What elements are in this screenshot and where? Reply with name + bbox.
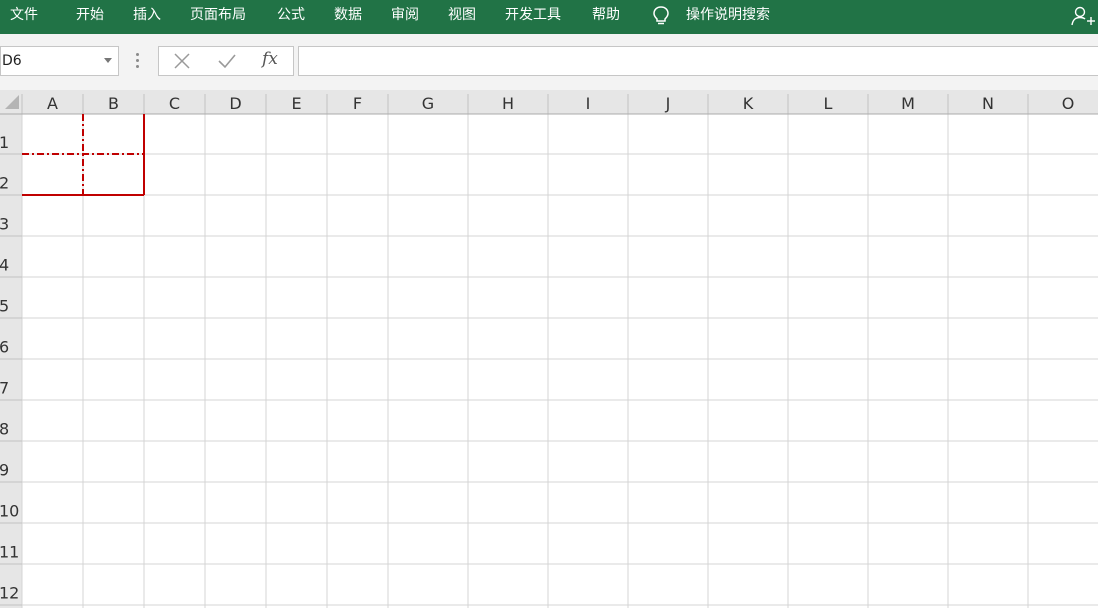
row-header[interactable]: 2 (0, 174, 9, 193)
row-header[interactable]: 1 (0, 133, 9, 152)
formula-input[interactable] (298, 46, 1098, 76)
tab-insert[interactable]: 插入 (133, 0, 161, 30)
cell-grid[interactable]: A B C D E F G H I J K L M N O123456789101112 (0, 90, 1098, 608)
column-header[interactable]: M (901, 94, 915, 113)
row-header[interactable]: 6 (0, 338, 9, 357)
tab-review[interactable]: 审阅 (391, 0, 419, 30)
enter-check-icon[interactable] (216, 51, 238, 71)
tab-home[interactable]: 开始 (76, 0, 104, 30)
row-header[interactable]: 10 (0, 502, 19, 521)
column-header[interactable]: I (586, 94, 591, 113)
insert-function-icon[interactable]: fx (262, 49, 278, 69)
ribbon-tab-bar: 文件 开始 插入 页面布局 公式 数据 审阅 视图 开发工具 帮助 操作说明搜索 (0, 0, 1098, 34)
tab-help[interactable]: 帮助 (592, 0, 620, 30)
column-header[interactable]: E (291, 94, 301, 113)
worksheet[interactable]: A B C D E F G H I J K L M N O 1 2 3 4 5 6 7 8 9 10 11 12 (0, 90, 1098, 608)
row-header[interactable]: 9 (0, 461, 9, 480)
formula-bar: D6 fx (0, 34, 1098, 90)
column-header[interactable]: A (47, 94, 58, 113)
row-header[interactable]: 5 (0, 297, 9, 316)
row-header[interactable]: 4 (0, 256, 9, 275)
column-header[interactable]: L (824, 94, 833, 113)
row-header[interactable]: 12 (0, 584, 19, 603)
name-box[interactable]: D6 (0, 46, 119, 76)
tab-data[interactable]: 数据 (334, 0, 362, 30)
column-header[interactable]: H (502, 94, 514, 113)
formula-buttons: fx (158, 46, 294, 76)
column-header[interactable]: O (1062, 94, 1075, 113)
column-header[interactable]: B (108, 94, 119, 113)
chevron-down-icon[interactable] (104, 58, 112, 63)
cancel-icon[interactable] (172, 51, 192, 71)
column-header[interactable]: J (665, 94, 671, 113)
tab-formulas[interactable]: 公式 (277, 0, 305, 30)
tell-me-label: 操作说明搜索 (686, 7, 770, 23)
row-header[interactable]: 7 (0, 379, 9, 398)
share-user-icon[interactable] (1070, 6, 1098, 28)
column-header[interactable]: G (422, 94, 434, 113)
column-header-bar (0, 90, 1098, 114)
tab-view[interactable]: 视图 (448, 0, 476, 30)
row-header[interactable]: 11 (0, 543, 19, 562)
row-header[interactable]: 3 (0, 215, 9, 234)
tab-page-layout[interactable]: 页面布局 (190, 0, 246, 30)
column-header[interactable]: D (229, 94, 241, 113)
column-header[interactable]: F (353, 94, 362, 113)
row-header[interactable]: 8 (0, 420, 9, 439)
resize-handle[interactable] (136, 53, 139, 71)
tab-developer[interactable]: 开发工具 (505, 0, 561, 30)
column-header[interactable]: N (982, 94, 994, 113)
tab-file[interactable]: 文件 (10, 0, 38, 30)
column-header[interactable]: K (743, 94, 754, 113)
name-box-value: D6 (2, 53, 22, 69)
lightbulb-icon (653, 6, 669, 25)
column-header[interactable]: C (169, 94, 180, 113)
